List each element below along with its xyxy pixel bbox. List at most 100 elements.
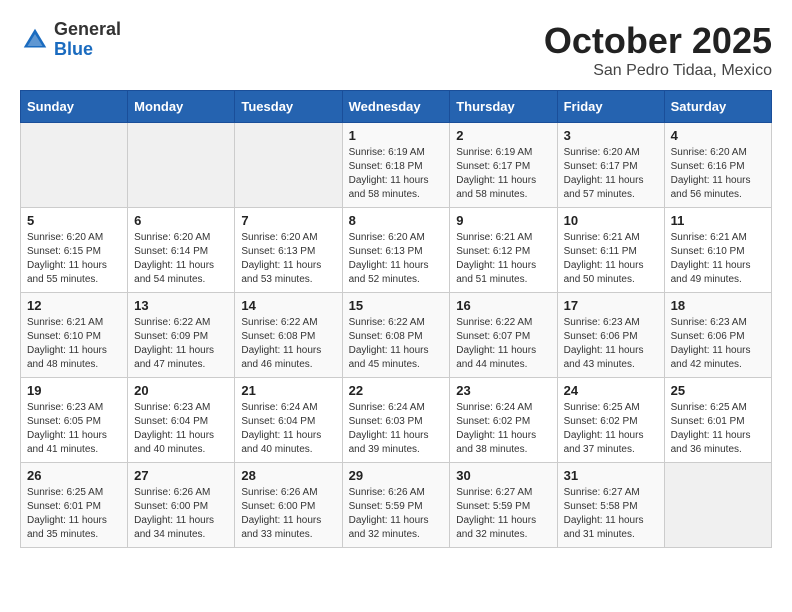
calendar-header-row: SundayMondayTuesdayWednesdayThursdayFrid… [21,91,772,123]
day-number: 26 [27,468,121,483]
calendar-cell: 2 Sunrise: 6:19 AM Sunset: 6:17 PM Daylig… [450,123,557,208]
cell-info: Sunrise: 6:27 AM Sunset: 5:59 PM Dayligh… [456,486,550,542]
month-title: October 2025 [544,20,772,62]
calendar-week-row: 5 Sunrise: 6:20 AM Sunset: 6:15 PM Daylig… [21,208,772,293]
calendar-cell: 8 Sunrise: 6:20 AM Sunset: 6:13 PM Daylig… [342,208,450,293]
cell-info: Sunrise: 6:24 AM Sunset: 6:03 PM Dayligh… [349,401,444,457]
calendar-cell: 5 Sunrise: 6:20 AM Sunset: 6:15 PM Daylig… [21,208,128,293]
day-number: 6 [134,213,228,228]
day-number: 22 [349,383,444,398]
day-number: 10 [564,213,658,228]
calendar-week-row: 26 Sunrise: 6:25 AM Sunset: 6:01 PM Dayli… [21,463,772,548]
day-number: 15 [349,298,444,313]
day-number: 29 [349,468,444,483]
day-number: 31 [564,468,658,483]
day-of-week-header: Friday [557,91,664,123]
cell-info: Sunrise: 6:23 AM Sunset: 6:06 PM Dayligh… [671,316,765,372]
cell-info: Sunrise: 6:20 AM Sunset: 6:17 PM Dayligh… [564,146,658,202]
calendar-cell: 19Sunrise: 6:23 AM Sunset: 6:05 PM Dayli… [21,378,128,463]
cell-info: Sunrise: 6:25 AM Sunset: 6:01 PM Dayligh… [671,401,765,457]
day-of-week-header: Wednesday [342,91,450,123]
cell-info: Sunrise: 6:24 AM Sunset: 6:02 PM Dayligh… [456,401,550,457]
cell-info: Sunrise: 6:21 AM Sunset: 6:11 PM Dayligh… [564,231,658,287]
calendar-table: SundayMondayTuesdayWednesdayThursdayFrid… [20,90,772,548]
day-number: 8 [349,213,444,228]
calendar-week-row: 19Sunrise: 6:23 AM Sunset: 6:05 PM Dayli… [21,378,772,463]
cell-info: Sunrise: 6:19 AM Sunset: 6:18 PM Dayligh… [349,146,444,202]
day-of-week-header: Tuesday [235,91,342,123]
title-block: October 2025 San Pedro Tidaa, Mexico [544,20,772,80]
calendar-cell [128,123,235,208]
day-number: 18 [671,298,765,313]
calendar-cell: 1 Sunrise: 6:19 AM Sunset: 6:18 PM Daylig… [342,123,450,208]
logo-text: General Blue [54,20,121,60]
day-number: 2 [456,128,550,143]
day-number: 24 [564,383,658,398]
cell-info: Sunrise: 6:19 AM Sunset: 6:17 PM Dayligh… [456,146,550,202]
cell-info: Sunrise: 6:22 AM Sunset: 6:08 PM Dayligh… [349,316,444,372]
calendar-cell: 7Sunrise: 6:20 AM Sunset: 6:13 PM Daylig… [235,208,342,293]
calendar-cell: 25 Sunrise: 6:25 AM Sunset: 6:01 PM Dayli… [664,378,771,463]
cell-info: Sunrise: 6:23 AM Sunset: 6:04 PM Dayligh… [134,401,228,457]
cell-info: Sunrise: 6:21 AM Sunset: 6:10 PM Dayligh… [27,316,121,372]
calendar-cell: 3Sunrise: 6:20 AM Sunset: 6:17 PM Daylig… [557,123,664,208]
cell-info: Sunrise: 6:20 AM Sunset: 6:13 PM Dayligh… [349,231,444,287]
day-number: 7 [241,213,335,228]
cell-info: Sunrise: 6:21 AM Sunset: 6:10 PM Dayligh… [671,231,765,287]
logo: General Blue [20,20,121,60]
calendar-cell: 20 Sunrise: 6:23 AM Sunset: 6:04 PM Dayli… [128,378,235,463]
cell-info: Sunrise: 6:22 AM Sunset: 6:07 PM Dayligh… [456,316,550,372]
cell-info: Sunrise: 6:20 AM Sunset: 6:15 PM Dayligh… [27,231,121,287]
cell-info: Sunrise: 6:26 AM Sunset: 5:59 PM Dayligh… [349,486,444,542]
cell-info: Sunrise: 6:23 AM Sunset: 6:06 PM Dayligh… [564,316,658,372]
cell-info: Sunrise: 6:25 AM Sunset: 6:01 PM Dayligh… [27,486,121,542]
calendar-cell: 26 Sunrise: 6:25 AM Sunset: 6:01 PM Dayli… [21,463,128,548]
cell-info: Sunrise: 6:26 AM Sunset: 6:00 PM Dayligh… [134,486,228,542]
calendar-cell: 10 Sunrise: 6:21 AM Sunset: 6:11 PM Dayli… [557,208,664,293]
calendar-cell: 14 Sunrise: 6:22 AM Sunset: 6:08 PM Dayli… [235,293,342,378]
calendar-cell: 15 Sunrise: 6:22 AM Sunset: 6:08 PM Dayli… [342,293,450,378]
day-number: 14 [241,298,335,313]
cell-info: Sunrise: 6:21 AM Sunset: 6:12 PM Dayligh… [456,231,550,287]
cell-info: Sunrise: 6:22 AM Sunset: 6:08 PM Dayligh… [241,316,335,372]
day-number: 27 [134,468,228,483]
calendar-cell: 12 Sunrise: 6:21 AM Sunset: 6:10 PM Dayli… [21,293,128,378]
calendar-cell: 4Sunrise: 6:20 AM Sunset: 6:16 PM Daylig… [664,123,771,208]
day-number: 20 [134,383,228,398]
day-number: 16 [456,298,550,313]
day-number: 25 [671,383,765,398]
day-number: 28 [241,468,335,483]
calendar-cell: 28 Sunrise: 6:26 AM Sunset: 6:00 PM Dayli… [235,463,342,548]
day-number: 17 [564,298,658,313]
page-header: General Blue October 2025 San Pedro Tida… [20,20,772,80]
calendar-cell: 30Sunrise: 6:27 AM Sunset: 5:59 PM Dayli… [450,463,557,548]
calendar-cell [235,123,342,208]
cell-info: Sunrise: 6:20 AM Sunset: 6:14 PM Dayligh… [134,231,228,287]
day-of-week-header: Saturday [664,91,771,123]
day-number: 5 [27,213,121,228]
day-of-week-header: Sunday [21,91,128,123]
calendar-cell: 24Sunrise: 6:25 AM Sunset: 6:02 PM Dayli… [557,378,664,463]
day-number: 13 [134,298,228,313]
calendar-cell: 11 Sunrise: 6:21 AM Sunset: 6:10 PM Dayli… [664,208,771,293]
day-of-week-header: Thursday [450,91,557,123]
calendar-cell: 27 Sunrise: 6:26 AM Sunset: 6:00 PM Dayli… [128,463,235,548]
calendar-cell: 16 Sunrise: 6:22 AM Sunset: 6:07 PM Dayli… [450,293,557,378]
calendar-cell: 18 Sunrise: 6:23 AM Sunset: 6:06 PM Dayli… [664,293,771,378]
calendar-week-row: 1 Sunrise: 6:19 AM Sunset: 6:18 PM Daylig… [21,123,772,208]
logo-icon [20,25,50,55]
day-number: 1 [349,128,444,143]
calendar-cell: 6 Sunrise: 6:20 AM Sunset: 6:14 PM Daylig… [128,208,235,293]
calendar-cell: 17 Sunrise: 6:23 AM Sunset: 6:06 PM Dayli… [557,293,664,378]
calendar-cell: 22 Sunrise: 6:24 AM Sunset: 6:03 PM Dayli… [342,378,450,463]
cell-info: Sunrise: 6:22 AM Sunset: 6:09 PM Dayligh… [134,316,228,372]
calendar-cell [664,463,771,548]
day-number: 11 [671,213,765,228]
day-number: 9 [456,213,550,228]
day-number: 12 [27,298,121,313]
logo-blue: Blue [54,40,121,60]
calendar-week-row: 12 Sunrise: 6:21 AM Sunset: 6:10 PM Dayli… [21,293,772,378]
cell-info: Sunrise: 6:26 AM Sunset: 6:00 PM Dayligh… [241,486,335,542]
logo-general: General [54,20,121,40]
calendar-cell: 29 Sunrise: 6:26 AM Sunset: 5:59 PM Dayli… [342,463,450,548]
